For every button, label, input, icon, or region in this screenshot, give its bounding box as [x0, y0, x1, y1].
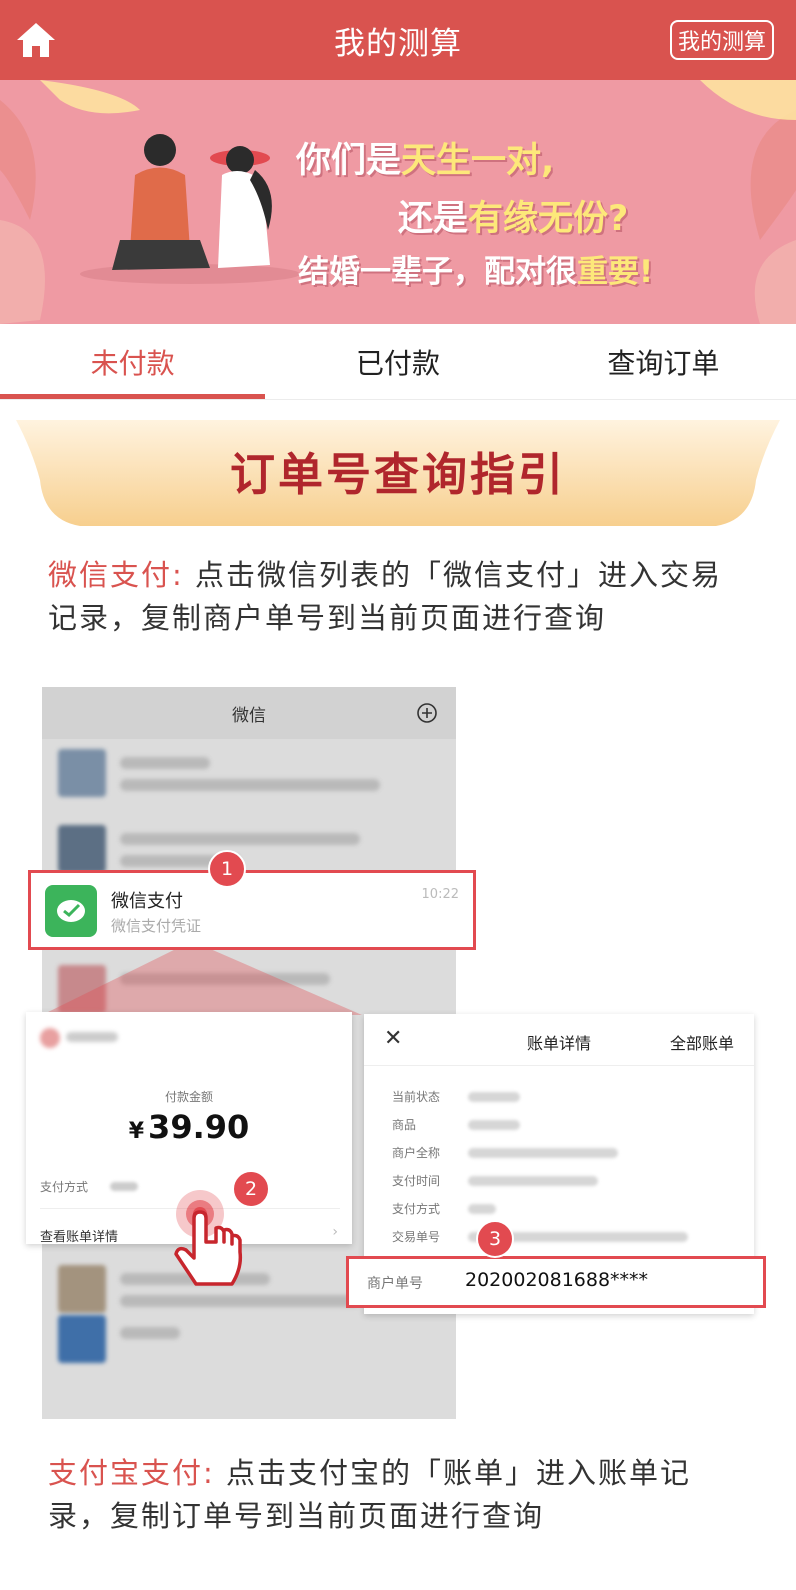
payment-method-label: 支付方式 [40, 1180, 89, 1194]
wechat-pay-icon [45, 885, 97, 937]
list-item [42, 739, 456, 815]
tab-paid[interactable]: 已付款 [265, 324, 530, 399]
page-title: 我的测算 [334, 25, 462, 62]
guide-ribbon: 订单号查询指引 [16, 420, 780, 528]
add-icon [417, 703, 437, 723]
chevron-right-icon: › [332, 1224, 338, 1240]
bill-row-label: 支付时间 [392, 1174, 441, 1188]
wechat-pay-row[interactable]: 微信支付 微信支付凭证 10:22 [28, 870, 476, 950]
wechat-instruction: 微信支付: 点击微信列表的「微信支付」进入交易记录，复制商户单号到当前页面进行查… [48, 554, 748, 640]
wechat-pay-name: 微信支付 [111, 891, 183, 912]
wechat-title: 微信 [232, 705, 266, 726]
bill-row-label: 商品 [392, 1118, 417, 1132]
payment-amount-label: 付款金额 [164, 1090, 213, 1104]
merchant-order-label: 商户单号 [367, 1276, 423, 1292]
tap-hand-icon [174, 1190, 243, 1286]
bill-row-label: 交易单号 [392, 1230, 441, 1244]
highlight-connector [42, 941, 362, 1015]
banner-line-2: 还是有缘无份? [398, 199, 629, 239]
wechat-topbar: 微信 [42, 687, 456, 739]
banner-line-1: 你们是天生一对, [296, 141, 555, 181]
tab-unpaid[interactable]: 未付款 [0, 324, 266, 399]
view-bill-detail-link[interactable]: 查看账单详情 [40, 1226, 118, 1245]
bill-row-label: 当前状态 [392, 1090, 441, 1104]
wechat-pay-time: 10:22 [421, 887, 459, 902]
banner-line-3: 结婚一辈子，配对很重要! [298, 254, 654, 290]
merchant-order-number: 202002081688**** [465, 1269, 649, 1291]
bill-row-label: 商户全称 [392, 1146, 441, 1160]
alipay-instruction: 支付宝支付: 点击支付宝的「账单」进入账单记录，复制订单号到当前页面进行查询 [48, 1452, 748, 1538]
guide-title: 订单号查询指引 [229, 448, 566, 501]
all-bills-link[interactable]: 全部账单 [670, 1030, 734, 1054]
tab-query-order[interactable]: 查询订单 [531, 324, 796, 399]
list-item [42, 1305, 456, 1381]
alipay-label: 支付宝支付: [48, 1456, 215, 1490]
wechat-pay-subtitle: 微信支付凭证 [111, 917, 202, 935]
home-icon[interactable] [14, 20, 58, 60]
bill-detail-header: ✕ 账单详情 全部账单 [364, 1014, 754, 1066]
step-badge-3: 3 [476, 1220, 514, 1258]
top-bar: 我的测算 我的测算 [0, 0, 796, 80]
payment-amount: ¥39.90 [128, 1108, 250, 1146]
merchant-order-row[interactable]: 商户单号 202002081688**** [346, 1256, 766, 1308]
merchant-logo [40, 1028, 60, 1048]
order-tabs: 未付款 已付款 查询订单 [0, 324, 796, 400]
bill-row-label: 支付方式 [392, 1202, 441, 1216]
step-badge-1: 1 [208, 850, 246, 888]
my-calculation-button[interactable]: 我的测算 [669, 20, 774, 60]
promo-banner: 你们是天生一对, 还是有缘无份? 结婚一辈子，配对很重要! [0, 80, 796, 324]
wechat-label: 微信支付: [48, 558, 184, 592]
